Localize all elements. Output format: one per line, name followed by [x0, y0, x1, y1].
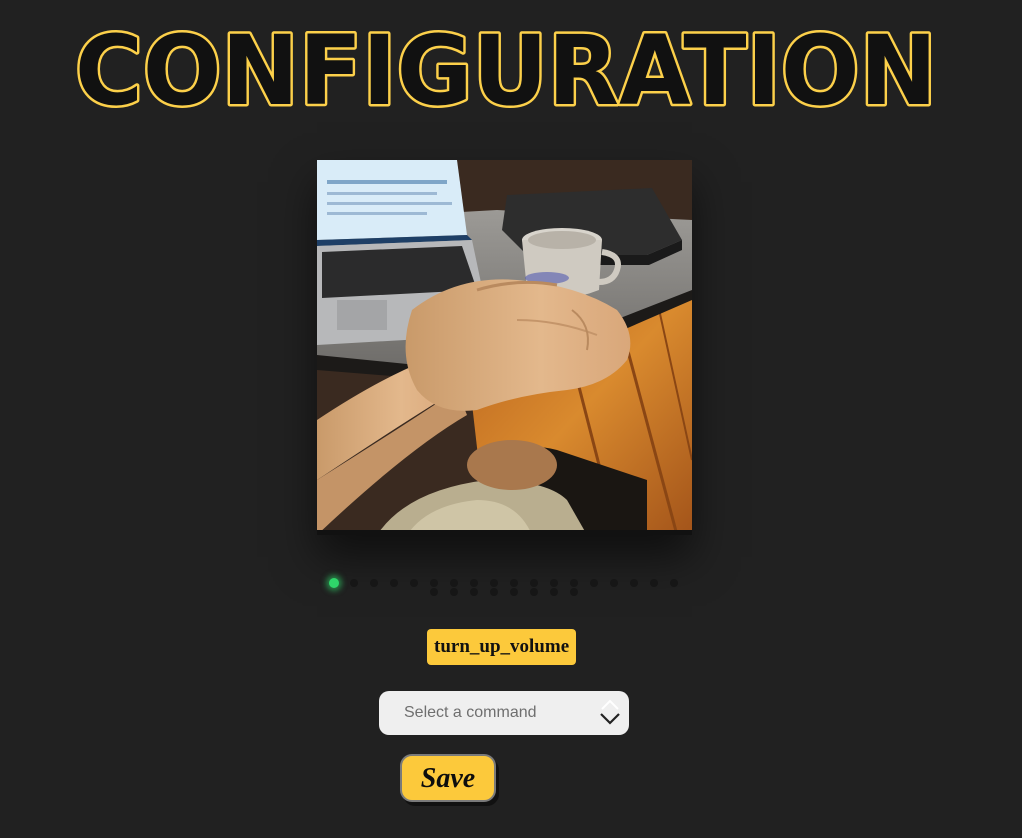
pagination-dot[interactable]: [570, 588, 578, 596]
pagination-dot[interactable]: [390, 579, 398, 587]
pagination-dot[interactable]: [510, 579, 518, 587]
pagination-dot[interactable]: [630, 579, 638, 587]
command-select[interactable]: Select a command: [379, 691, 629, 735]
gesture-photo: [317, 160, 692, 535]
page-title-text: CONFIGURATION: [75, 22, 937, 122]
pagination-dot[interactable]: [530, 588, 538, 596]
page-title: CONFIGURATION: [66, 22, 946, 122]
pagination-dot[interactable]: [490, 579, 498, 587]
pagination-dot[interactable]: [550, 588, 558, 596]
pagination-dot[interactable]: [370, 579, 378, 587]
pagination-dot[interactable]: [610, 579, 618, 587]
pagination-dot[interactable]: [350, 579, 358, 587]
pagination-dot[interactable]: [570, 579, 578, 587]
image-pagination: [326, 575, 686, 601]
pagination-dot[interactable]: [430, 588, 438, 596]
command-select-placeholder: Select a command: [404, 704, 537, 721]
pagination-dot[interactable]: [670, 579, 678, 587]
pagination-dot[interactable]: [550, 579, 558, 587]
pagination-dot[interactable]: [450, 579, 458, 587]
pagination-dot[interactable]: [410, 579, 418, 587]
save-button[interactable]: Save: [400, 754, 496, 802]
pagination-dot[interactable]: [450, 588, 458, 596]
pagination-dot[interactable]: [470, 579, 478, 587]
pagination-dot[interactable]: [470, 588, 478, 596]
select-chevron-icon: [599, 699, 621, 727]
configuration-page: CONFIGURATION turn_up_volume Select a co…: [0, 0, 1022, 838]
pagination-dot[interactable]: [590, 579, 598, 587]
current-command-label: turn_up_volume: [427, 629, 577, 665]
pagination-dot[interactable]: [490, 588, 498, 596]
pagination-dot[interactable]: [530, 579, 538, 587]
pagination-dot-active[interactable]: [329, 578, 339, 588]
pagination-dot[interactable]: [650, 579, 658, 587]
pagination-dot[interactable]: [510, 588, 518, 596]
pagination-dot[interactable]: [430, 579, 438, 587]
